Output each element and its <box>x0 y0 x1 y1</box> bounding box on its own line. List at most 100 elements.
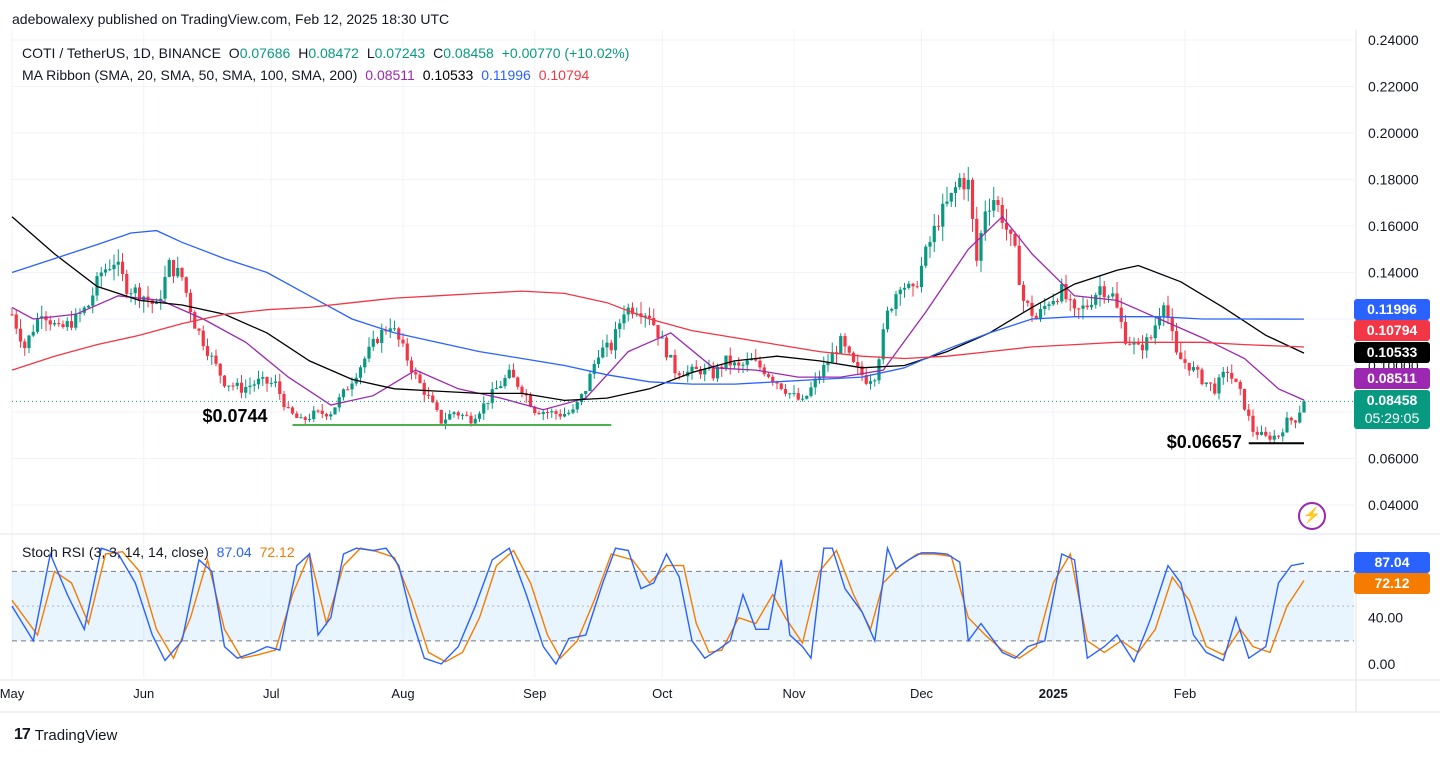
rsi-k-value: 87.04 <box>216 544 252 560</box>
candle-body <box>890 309 894 311</box>
candle-body <box>290 407 295 414</box>
candle-body <box>1259 431 1264 435</box>
candle-body <box>375 338 380 343</box>
candle-body <box>57 323 61 325</box>
x-tick-label: May <box>0 686 25 701</box>
candle-body <box>1242 388 1247 410</box>
candle-body <box>316 410 320 412</box>
candle-body <box>953 187 958 194</box>
candle-body <box>1204 382 1208 385</box>
candle-body <box>494 388 499 390</box>
candle-body <box>1119 307 1123 322</box>
candle-body <box>1281 432 1285 437</box>
candle-body <box>69 321 74 328</box>
candle-body <box>1030 302 1034 316</box>
brand-name: TradingView <box>34 726 118 744</box>
candle-body <box>460 414 465 416</box>
candle-body <box>669 354 673 358</box>
candle-body <box>320 410 324 414</box>
candle-body <box>822 364 826 377</box>
candle-body <box>176 267 180 277</box>
candle-body <box>265 377 269 384</box>
candle-body <box>1213 383 1217 394</box>
candle-body <box>1013 233 1017 246</box>
candle-body <box>741 364 745 366</box>
candle-body <box>99 272 103 277</box>
candle-body <box>575 402 579 410</box>
candle-body <box>1017 245 1021 285</box>
candle-body <box>1051 300 1055 305</box>
candle-body <box>766 374 771 377</box>
candle-body <box>465 414 469 416</box>
candle-body <box>1208 382 1213 384</box>
symbol-name: COTI / TetherUS, 1D, BINANCE <box>22 45 221 61</box>
candle-body <box>796 393 800 400</box>
candle-body <box>932 225 936 243</box>
candle-body <box>180 267 184 278</box>
candle-body <box>868 381 873 384</box>
candle-body <box>1047 304 1051 306</box>
candle-body <box>613 329 618 351</box>
candle-body <box>962 178 966 190</box>
candle-body <box>282 393 286 408</box>
sma200-price-tag: 0.10794 <box>1354 320 1430 341</box>
price-tick-label: 0.24000 <box>1368 32 1419 48</box>
candle-body <box>809 387 813 396</box>
candle-body <box>312 410 316 420</box>
candle-body <box>1009 229 1013 234</box>
tradingview-logo[interactable]: 17 TradingView <box>14 726 117 744</box>
candle-body <box>120 261 125 274</box>
candle-body <box>694 366 698 370</box>
candle-body <box>554 411 558 414</box>
candle-body <box>1055 300 1060 302</box>
candle-body <box>907 283 911 288</box>
time-axis: May Jun Jul Aug Sep Oct Nov Dec 2025 Feb <box>0 686 1196 701</box>
candle-body <box>516 377 520 387</box>
candle-body <box>439 409 443 424</box>
candle-body <box>919 265 924 288</box>
candle-body <box>227 385 231 387</box>
candle-body <box>571 409 575 413</box>
candle-body <box>86 305 91 308</box>
lightning-icon[interactable]: ⚡ <box>1298 502 1326 530</box>
rsi-name: Stoch RSI (3, 3, 14, 14, close) <box>22 544 209 560</box>
sma50-price-tag: 0.10533 <box>1354 342 1430 363</box>
candle-body <box>27 335 31 349</box>
candle-body <box>133 287 137 294</box>
candle-body <box>456 412 460 416</box>
moving-averages <box>11 215 1354 411</box>
candle-body <box>983 211 987 233</box>
candle-body <box>1183 359 1187 363</box>
candle-body <box>1085 305 1089 308</box>
ma-line-sma20 <box>11 215 1305 411</box>
candle-body <box>239 382 244 393</box>
x-tick-label: Sep <box>523 686 546 701</box>
candle-body <box>656 325 660 338</box>
candle-body <box>664 337 669 358</box>
low-value: 0.07243 <box>374 45 426 61</box>
candle-body <box>499 386 503 389</box>
candle-body <box>805 395 809 399</box>
close-label: C <box>433 45 444 61</box>
candle-body <box>197 328 201 331</box>
candle-body <box>125 273 129 294</box>
candle-body <box>1123 321 1128 344</box>
candle-body <box>596 357 601 364</box>
open-label: O <box>228 45 240 61</box>
candle-body <box>970 179 975 219</box>
price-axis: 0.24000 0.22000 0.20000 0.18000 0.16000 0.140… <box>1368 32 1419 513</box>
support-lines: $0.0744 $0.06657 <box>203 406 1304 452</box>
candle-body <box>1166 305 1170 318</box>
chart-area[interactable]: $0.0744 $0.06657 0.24000 0.22000 0.20000 0.1… <box>0 0 1454 756</box>
ma100-value: 0.11996 <box>481 67 531 83</box>
candle-body <box>1081 305 1085 309</box>
candle-body <box>541 412 545 415</box>
price-chart-svg[interactable]: $0.0744 $0.06657 0.24000 0.22000 0.20000 0.1… <box>0 0 1454 756</box>
candle-body <box>851 352 856 363</box>
open-value: 0.07686 <box>239 45 291 61</box>
sma100-price-tag: 0.11996 <box>1354 299 1430 320</box>
candle-body <box>469 415 473 424</box>
last-price-value: 0.08458 <box>1366 392 1418 408</box>
candle-body <box>839 336 843 354</box>
candle-body <box>528 395 533 407</box>
